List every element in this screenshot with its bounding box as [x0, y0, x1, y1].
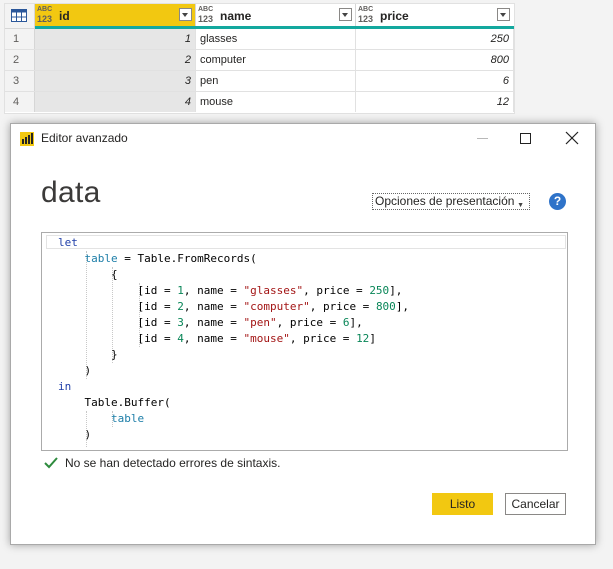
code-line: table [110, 412, 145, 425]
cell-price[interactable]: 12 [356, 92, 514, 112]
code-editor[interactable]: let table = Table.FromRecords( { [id = 1… [41, 232, 568, 451]
code-line: let [58, 236, 78, 249]
column-header-name[interactable]: ABC 123 name [196, 4, 356, 28]
code-line: [id = 2, name = "computer", price = 800]… [137, 300, 410, 313]
column-filter-dropdown-icon[interactable] [339, 8, 352, 21]
column-filter-dropdown-icon[interactable] [497, 8, 510, 21]
column-filter-dropdown-icon[interactable] [179, 8, 192, 21]
row-number: 4 [5, 92, 35, 112]
column-type-icon[interactable]: ABC 123 [358, 6, 376, 24]
data-grid: ABC 123 id ABC 123 name ABC 123 price 1 [4, 3, 515, 114]
code-line: } [110, 348, 118, 361]
column-title: id [59, 9, 70, 23]
table-row[interactable]: 3 3 pen 6 [5, 71, 514, 92]
dialog-title: Editor avanzado [41, 131, 128, 145]
column-title: price [380, 9, 409, 23]
current-line-highlight [46, 235, 566, 249]
cell-id[interactable]: 2 [35, 50, 196, 70]
close-button[interactable] [549, 124, 595, 154]
code-line: in [58, 380, 72, 393]
cell-name[interactable]: computer [196, 50, 356, 70]
table-row[interactable]: 1 1 glasses 250 [5, 29, 514, 50]
cell-id[interactable]: 1 [35, 29, 196, 49]
code-line: [id = 1, name = "glasses", price = 250], [137, 284, 403, 297]
cell-name[interactable]: pen [196, 71, 356, 91]
cell-price[interactable]: 6 [356, 71, 514, 91]
cancel-button[interactable]: Cancelar [505, 493, 566, 515]
cell-price[interactable]: 800 [356, 50, 514, 70]
cell-name[interactable]: glasses [196, 29, 356, 49]
column-type-icon[interactable]: ABC 123 [198, 6, 216, 24]
code-line: [id = 3, name = "pen", price = 6], [137, 316, 363, 329]
code-line: ) [84, 364, 92, 377]
chevron-down-icon: ▼ [517, 202, 524, 209]
cell-name[interactable]: mouse [196, 92, 356, 112]
row-number: 2 [5, 50, 35, 70]
grid-header: ABC 123 id ABC 123 name ABC 123 price [5, 4, 514, 29]
code-line: table = Table.FromRecords( [84, 252, 257, 265]
maximize-button[interactable] [503, 124, 549, 154]
code-line: [id = 4, name = "mouse", price = 12] [137, 332, 376, 345]
code-line: { [110, 268, 118, 281]
help-icon[interactable]: ? [549, 193, 566, 210]
syntax-status-text: No se han detectado errores de sintaxis. [65, 456, 281, 470]
minimize-icon [477, 138, 488, 139]
column-header-price[interactable]: ABC 123 price [356, 4, 514, 28]
minimize-button[interactable] [460, 124, 506, 154]
row-number: 1 [5, 29, 35, 49]
cell-price[interactable]: 250 [356, 29, 514, 49]
cell-id[interactable]: 3 [35, 71, 196, 91]
advanced-editor-dialog: Editor avanzado data Opciones de present… [10, 123, 596, 545]
power-bi-logo-icon [20, 132, 34, 146]
cell-id[interactable]: 4 [35, 92, 196, 112]
code-line: Table.Buffer( [84, 396, 171, 409]
column-type-icon[interactable]: ABC 123 [37, 6, 55, 24]
column-header-id[interactable]: ABC 123 id [35, 4, 196, 28]
table-row[interactable]: 4 4 mouse 12 [5, 92, 514, 113]
table-icon [11, 9, 27, 22]
table-row[interactable]: 2 2 computer 800 [5, 50, 514, 71]
display-options-label: Opciones de presentación [375, 194, 515, 208]
maximize-icon [520, 133, 531, 144]
query-name-heading: data [41, 176, 101, 209]
dialog-titlebar[interactable]: Editor avanzado [11, 124, 595, 154]
column-title: name [220, 9, 252, 23]
done-button[interactable]: Listo [432, 493, 493, 515]
close-icon [565, 131, 579, 145]
checkmark-icon [44, 457, 58, 469]
table-menu-button[interactable] [5, 4, 35, 28]
row-number: 3 [5, 71, 35, 91]
code-line: ) [84, 428, 92, 441]
display-options-dropdown[interactable]: Opciones de presentación ▼ [372, 193, 530, 210]
